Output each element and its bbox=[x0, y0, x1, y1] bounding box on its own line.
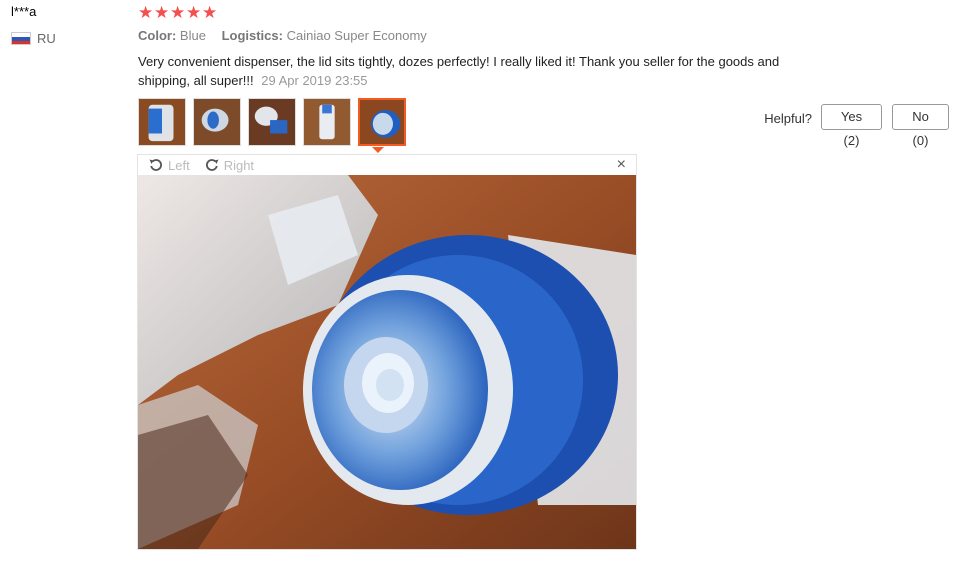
review-photo-thumbnail-selected[interactable] bbox=[358, 98, 406, 146]
helpful-no-button[interactable]: No (0) bbox=[892, 104, 949, 148]
review-date: 29 Apr 2019 23:55 bbox=[261, 73, 368, 88]
russia-flag-icon bbox=[11, 32, 31, 45]
star-rating: ★ ★ ★ ★ ★ bbox=[138, 3, 217, 23]
rotate-right-label: Right bbox=[223, 157, 255, 173]
logistics-value: Cainiao Super Economy bbox=[286, 28, 427, 43]
logistics-key: Logistics: bbox=[221, 28, 283, 43]
star-icon: ★ bbox=[138, 3, 154, 22]
photo-viewer-toolbar: Left Right × bbox=[138, 155, 636, 175]
rotate-left-icon bbox=[149, 159, 162, 171]
review-body: Very convenient dispenser, the lid sits … bbox=[138, 52, 828, 90]
close-icon[interactable]: × bbox=[617, 156, 626, 174]
rotate-left-label: Left bbox=[168, 157, 190, 173]
star-icon: ★ bbox=[154, 3, 170, 22]
review-author-name: l***a bbox=[11, 4, 37, 19]
color-value: Blue bbox=[179, 28, 206, 43]
review-photo-thumbnail[interactable] bbox=[193, 98, 241, 146]
selected-thumbnail-pointer bbox=[372, 147, 384, 153]
star-icon: ★ bbox=[202, 3, 218, 22]
star-icon: ★ bbox=[170, 3, 186, 22]
photo-viewer: Left Right × bbox=[137, 154, 637, 550]
review-country: RU bbox=[11, 31, 56, 46]
star-icon: ★ bbox=[186, 3, 202, 22]
review-photo-thumbnails bbox=[138, 98, 406, 146]
rotate-right-icon bbox=[205, 159, 219, 171]
review-attributes: Color: Blue Logistics: Cainiao Super Eco… bbox=[138, 28, 439, 43]
helpful-yes-button[interactable]: Yes (2) bbox=[821, 104, 882, 148]
review-photo-thumbnail[interactable] bbox=[248, 98, 296, 146]
rotate-left-button[interactable]: Left bbox=[148, 157, 190, 173]
rotate-right-button[interactable]: Right bbox=[204, 157, 254, 173]
country-code: RU bbox=[37, 31, 56, 46]
review-photo-thumbnail[interactable] bbox=[138, 98, 186, 146]
helpful-label: Helpful? bbox=[764, 111, 812, 126]
review-text: Very convenient dispenser, the lid sits … bbox=[138, 54, 780, 88]
review-photo-large bbox=[138, 175, 636, 549]
review-photo-thumbnail[interactable] bbox=[303, 98, 351, 146]
color-key: Color: bbox=[138, 28, 177, 43]
